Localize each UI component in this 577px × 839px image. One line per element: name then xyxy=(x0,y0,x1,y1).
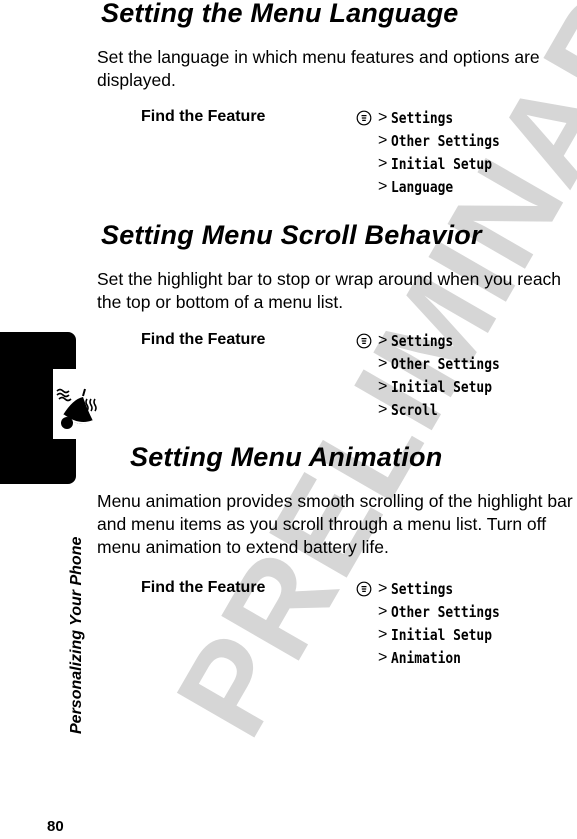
section-body-animation: Menu animation provides smooth scrolling… xyxy=(97,491,573,557)
path-step-label: Animation xyxy=(391,648,462,667)
path-separator: > xyxy=(378,331,388,349)
path-step-label: Other Settings xyxy=(391,354,501,373)
path-step-label: Settings xyxy=(391,579,454,598)
menu-path-step: > Initial Setup xyxy=(356,375,518,398)
path-separator: > xyxy=(378,108,388,126)
path-step-label: Initial Setup xyxy=(391,154,493,173)
find-feature-label: Find the Feature xyxy=(141,108,266,125)
menu-path-step: > Initial Setup xyxy=(356,623,518,646)
path-separator: > xyxy=(378,131,388,149)
path-step-label: Other Settings xyxy=(391,131,501,150)
section-body-language: Set the language in which menu features … xyxy=(97,47,540,90)
path-separator: > xyxy=(378,625,388,643)
page-number: 80 xyxy=(47,818,64,835)
menu-path-step: > Animation xyxy=(356,646,518,669)
path-step-label: Other Settings xyxy=(391,602,501,621)
path-separator: > xyxy=(378,354,388,372)
menu-path-step: > Settings xyxy=(356,329,518,352)
menu-key-icon xyxy=(356,110,372,126)
path-separator: > xyxy=(378,177,388,195)
menu-path-step: > Settings xyxy=(356,577,518,600)
menu-path-scroll: > Settings > Other Settings > Initial Setu… xyxy=(356,329,518,421)
path-step-label: Settings xyxy=(391,331,454,350)
menu-key-icon xyxy=(356,581,372,597)
path-separator: > xyxy=(378,154,388,172)
path-separator: > xyxy=(378,377,388,395)
menu-path-step: > Settings xyxy=(356,106,518,129)
section-title-language: Setting the Menu Language xyxy=(101,0,459,28)
find-feature-label: Find the Feature xyxy=(141,331,266,348)
section-body-scroll: Set the highlight bar to stop or wrap ar… xyxy=(97,269,562,312)
path-step-label: Scroll xyxy=(391,400,438,419)
path-separator: > xyxy=(378,602,388,620)
path-separator: > xyxy=(378,648,388,666)
path-step-label: Initial Setup xyxy=(391,377,493,396)
menu-path-step: > Language xyxy=(356,175,518,198)
menu-path-step: > Other Settings xyxy=(356,129,518,152)
find-feature-label: Find the Feature xyxy=(141,579,266,596)
chapter-title: Personalizing Your Phone xyxy=(68,536,85,734)
menu-path-animation: > Settings > Other Settings > Initial Setu… xyxy=(356,577,518,669)
ringer-bell-icon xyxy=(53,369,97,439)
path-separator: > xyxy=(378,400,388,418)
menu-path-language: > Settings > Other Settings > Initial Setu… xyxy=(356,106,518,198)
menu-path-step: > Initial Setup xyxy=(356,152,518,175)
path-step-label: Settings xyxy=(391,108,454,127)
path-step-label: Language xyxy=(391,177,454,196)
menu-path-step: > Other Settings xyxy=(356,600,518,623)
path-separator: > xyxy=(378,579,388,597)
menu-key-icon xyxy=(356,333,372,349)
path-step-label: Initial Setup xyxy=(391,625,493,644)
section-title-scroll: Setting Menu Scroll Behavior xyxy=(101,220,482,250)
section-title-animation: Setting Menu Animation xyxy=(130,442,443,472)
menu-path-step: > Scroll xyxy=(356,398,518,421)
menu-path-step: > Other Settings xyxy=(356,352,518,375)
